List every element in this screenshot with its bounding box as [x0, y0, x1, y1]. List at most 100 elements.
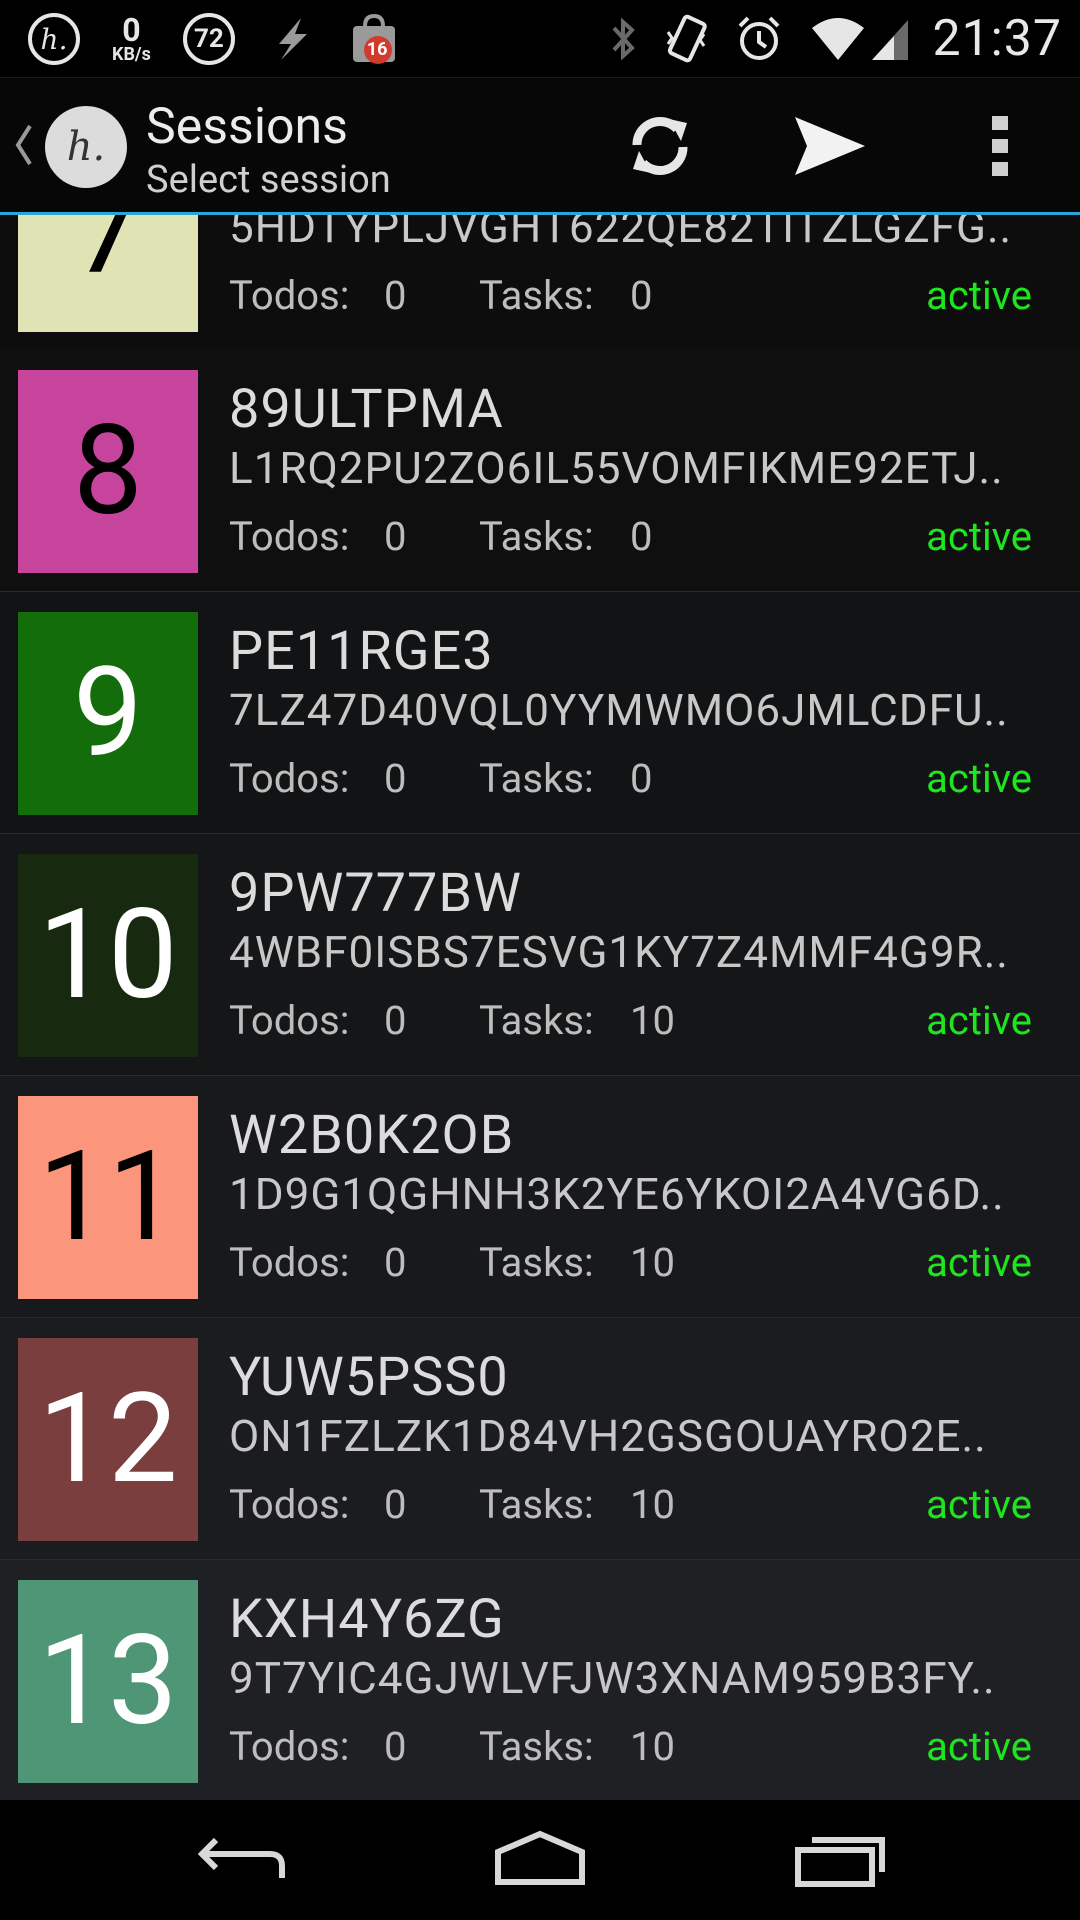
todos-label: Todos: — [229, 1481, 350, 1528]
session-name: 9PW777BW — [229, 862, 522, 925]
session-status: active — [926, 1723, 1032, 1770]
session-name: YUW5PSS0 — [229, 1346, 509, 1409]
session-id: 9T7YIC4GJWLVFJW3XNAM959B3FY.. — [229, 1652, 996, 1704]
flash-icon — [267, 14, 317, 64]
todos-count: 0 — [384, 1723, 407, 1770]
session-number: 8 — [73, 398, 143, 544]
todos-count: 0 — [384, 513, 407, 560]
todos-label: Todos: — [229, 997, 350, 1044]
session-status: active — [926, 997, 1032, 1044]
todos-count: 0 — [384, 1239, 407, 1286]
session-row[interactable]: 13 KXH4Y6ZG 9T7YIC4GJWLVFJW3XNAM959B3FY.… — [0, 1560, 1080, 1800]
todos-label: Todos: — [229, 513, 350, 560]
send-button[interactable] — [790, 108, 870, 188]
net-speed-icon: 0 KB/s — [112, 14, 151, 64]
signal-icon — [870, 16, 910, 62]
overflow-menu-icon — [990, 114, 1010, 182]
home-icon — [490, 1828, 590, 1892]
net-speed-value: 0 — [122, 11, 141, 49]
overflow-menu-button[interactable] — [970, 108, 1030, 188]
session-row[interactable]: 10 9PW777BW 4WBF0ISBS7ESVG1KY7Z4MMF4G9R.… — [0, 834, 1080, 1077]
session-id: 5HDTYPLJVGHT622QE82TITZLGZFG.. — [229, 215, 1013, 253]
todos-count: 0 — [384, 997, 407, 1044]
recents-button[interactable] — [780, 1820, 900, 1900]
bluetooth-icon — [608, 14, 638, 64]
refresh-button[interactable] — [620, 108, 700, 188]
battery-level: 72 — [193, 24, 224, 54]
session-name: KXH4Y6ZG — [229, 1588, 505, 1651]
back-button[interactable] — [180, 1820, 300, 1900]
session-number: 10 — [38, 882, 178, 1028]
session-id: ON1FZLZK1D84VH2GSGOUAYRO2E.. — [229, 1410, 987, 1462]
session-number: 12 — [38, 1366, 178, 1512]
session-id: 7LZ47D40VQL0YYMWMO6JMLCDFU.. — [229, 684, 1009, 736]
tasks-label: Tasks: — [479, 1723, 594, 1770]
session-name: W2B0K2OB — [229, 1104, 515, 1167]
clock: 21:37 — [932, 10, 1062, 68]
battery-percent-icon: 72 — [181, 11, 237, 67]
h-logo-icon: h. — [26, 11, 82, 67]
tasks-count: 10 — [630, 1481, 675, 1528]
todos-label: Todos: — [229, 1723, 350, 1770]
tasks-count: 0 — [630, 755, 653, 802]
session-row[interactable]: 7 5HDTYPLJVGHT622QE82TITZLGZFG.. Todos: … — [0, 215, 1080, 352]
todos-count: 0 — [384, 755, 407, 802]
tasks-count: 10 — [630, 1239, 675, 1286]
app-logo-text: h. — [66, 124, 106, 170]
session-id: 1D9G1QGHNH3K2YE6YKOI2A4VG6D.. — [229, 1168, 1005, 1220]
status-bar: h. 0 KB/s 72 16 21:37 — [0, 0, 1080, 77]
session-id: 4WBF0ISBS7ESVG1KY7Z4MMF4G9R.. — [229, 926, 1009, 978]
session-status: active — [926, 513, 1032, 560]
session-row[interactable]: 12 YUW5PSS0 ON1FZLZK1D84VH2GSGOUAYRO2E..… — [0, 1318, 1080, 1561]
app-logo[interactable]: h. — [45, 106, 127, 188]
tasks-label: Tasks: — [479, 997, 594, 1044]
session-number-tile: 12 — [18, 1338, 198, 1541]
session-number: 7 — [73, 215, 143, 303]
tasks-count: 10 — [630, 1723, 675, 1770]
wifi-icon — [810, 16, 866, 62]
home-button[interactable] — [480, 1820, 600, 1900]
session-number-tile: 10 — [18, 854, 198, 1057]
session-status: active — [926, 1239, 1032, 1286]
back-icon — [190, 1828, 290, 1892]
up-caret-icon[interactable] — [12, 120, 34, 170]
session-status: active — [926, 755, 1032, 802]
session-number-tile: 9 — [18, 612, 198, 815]
net-speed-unit: KB/s — [112, 44, 151, 65]
session-number-tile: 11 — [18, 1096, 198, 1299]
session-row[interactable]: 8 89ULTPMA L1RQ2PU2ZO6IL55VOMFIKME92ETJ.… — [0, 350, 1080, 593]
session-number: 13 — [38, 1608, 178, 1754]
todos-count: 0 — [384, 272, 407, 319]
session-name: PE11RGE3 — [229, 620, 494, 683]
session-number-tile: 8 — [18, 370, 198, 573]
tasks-label: Tasks: — [479, 272, 594, 319]
todos-count: 0 — [384, 1481, 407, 1528]
tasks-label: Tasks: — [479, 1239, 594, 1286]
page-title: Sessions — [146, 98, 348, 156]
send-icon — [793, 113, 867, 183]
store-notification-icon: 16 — [347, 12, 401, 66]
todos-label: Todos: — [229, 272, 350, 319]
tasks-label: Tasks: — [479, 1481, 594, 1528]
tasks-count: 10 — [630, 997, 675, 1044]
svg-text:h.: h. — [41, 23, 68, 56]
tasks-count: 0 — [630, 272, 653, 319]
session-row[interactable]: 9 PE11RGE3 7LZ47D40VQL0YYMWMO6JMLCDFU.. … — [0, 592, 1080, 835]
session-number: 9 — [73, 640, 143, 786]
session-number-tile: 13 — [18, 1580, 198, 1783]
session-list[interactable]: 7 5HDTYPLJVGHT622QE82TITZLGZFG.. Todos: … — [0, 215, 1080, 1800]
tasks-label: Tasks: — [479, 513, 594, 560]
alarm-icon — [734, 14, 784, 64]
todos-label: Todos: — [229, 755, 350, 802]
session-name: 89ULTPMA — [229, 378, 504, 441]
page-subtitle: Select session — [146, 158, 391, 202]
todos-label: Todos: — [229, 1239, 350, 1286]
session-number: 11 — [38, 1124, 178, 1270]
recents-icon — [790, 1828, 890, 1892]
session-id: L1RQ2PU2ZO6IL55VOMFIKME92ETJ.. — [229, 442, 1004, 494]
tasks-label: Tasks: — [479, 755, 594, 802]
notification-count: 16 — [366, 39, 388, 60]
session-status: active — [926, 1481, 1032, 1528]
session-row[interactable]: 11 W2B0K2OB 1D9G1QGHNH3K2YE6YKOI2A4VG6D.… — [0, 1076, 1080, 1319]
tasks-count: 0 — [630, 513, 653, 560]
